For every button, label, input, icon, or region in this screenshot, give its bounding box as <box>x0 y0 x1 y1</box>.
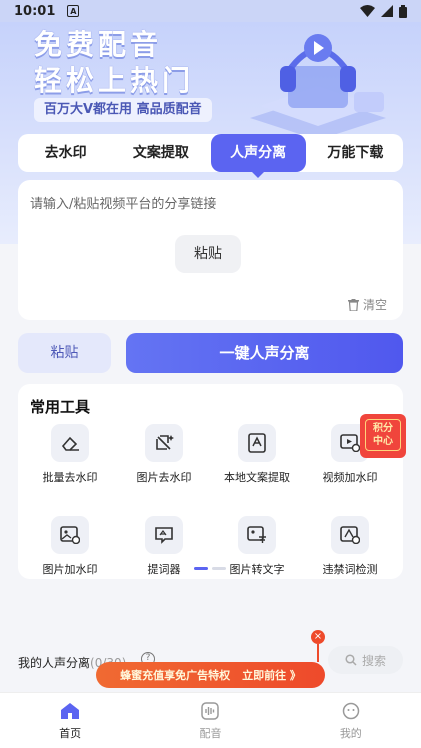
bottom-nav: 首页 配音 我的 <box>0 692 421 748</box>
promo-banner[interactable]: 蜂蜜充值享免广告特权 立即前往 》 <box>96 662 325 688</box>
tool-label: 视频加水印 <box>322 471 378 484</box>
status-time: 10:01 <box>14 3 56 19</box>
image-add-icon <box>51 516 89 554</box>
search-label: 搜索 <box>361 653 386 668</box>
history-title-text: 我的人声分离 <box>18 656 91 670</box>
tool-local-text-extract[interactable]: 本地文案提取 <box>209 424 305 485</box>
tools-title: 常用工具 <box>30 398 91 416</box>
link-input[interactable]: 请输入/粘贴视频平台的分享链接 <box>30 193 216 212</box>
tools-card: 常用工具 批量去水印 图片去水印 本地文案提取 视频加水印 图片加水印 提词器 <box>18 384 403 579</box>
promo-cta[interactable]: 立即前往 》 <box>242 667 301 683</box>
status-icons <box>360 4 407 18</box>
vocal-separate-button[interactable]: 一键人声分离 <box>126 333 403 373</box>
status-bar: 10:01 A <box>0 0 421 22</box>
profile-icon <box>340 701 362 721</box>
nav-label: 首页 <box>59 727 82 740</box>
tool-label: 图片去水印 <box>136 471 192 484</box>
nav-item-dubbing[interactable]: 配音 <box>140 693 280 748</box>
nav-item-home[interactable]: 首页 <box>0 693 140 748</box>
points-center-badge[interactable]: 积分 中心 <box>360 414 406 458</box>
page-dot-active <box>194 567 208 570</box>
page-dot <box>212 567 226 570</box>
tab-universal-download[interactable]: 万能下载 <box>308 134 403 172</box>
hero-title-line1: 免费配音 <box>34 28 163 61</box>
link-input-card[interactable]: 请输入/粘贴视频平台的分享链接 粘贴 清空 <box>18 180 403 320</box>
home-icon <box>59 701 81 721</box>
tool-image-watermark-add[interactable]: 图片加水印 <box>22 516 118 577</box>
tools-page-indicator <box>194 567 226 570</box>
promo-close-icon[interactable]: × <box>311 630 325 644</box>
clear-button[interactable]: 清空 <box>347 296 387 313</box>
tab-vocal-separation[interactable]: 人声分离 <box>210 134 306 178</box>
promo-connector <box>317 644 319 662</box>
text-extract-icon <box>238 424 276 462</box>
battery-icon <box>399 4 407 18</box>
tool-batch-watermark-remove[interactable]: 批量去水印 <box>22 424 118 485</box>
tab-remove-watermark[interactable]: 去水印 <box>18 134 113 172</box>
tool-label: 批量去水印 <box>42 471 98 484</box>
eraser-icon <box>51 424 89 462</box>
promo-text: 蜂蜜充值享免广告特权 <box>120 669 231 682</box>
image-text-icon <box>238 516 276 554</box>
wifi-icon <box>360 5 375 17</box>
tool-banned-word-check[interactable]: 违禁词检测 <box>302 516 398 577</box>
search-button[interactable]: 搜索 <box>328 646 403 674</box>
tool-label: 图片加水印 <box>42 563 98 576</box>
tab-text-extract[interactable]: 文案提取 <box>113 134 208 172</box>
hero-title-line2: 轻松上热门 <box>34 64 195 97</box>
tool-label: 本地文案提取 <box>224 471 290 484</box>
paste-button[interactable]: 粘贴 <box>18 333 111 373</box>
tool-image-watermark-remove[interactable]: 图片去水印 <box>116 424 212 485</box>
nav-label: 配音 <box>199 727 222 740</box>
teleprompter-icon <box>145 516 183 554</box>
tool-label: 违禁词检测 <box>322 563 378 576</box>
signal-icon <box>381 5 393 17</box>
nav-label: 我的 <box>339 727 362 740</box>
badge-line2: 中心 <box>373 436 393 447</box>
image-sparkle-icon <box>145 424 183 462</box>
nav-item-profile[interactable]: 我的 <box>281 693 421 748</box>
paste-inline-button[interactable]: 粘贴 <box>175 235 241 273</box>
status-indicator-icon: A <box>67 5 80 17</box>
audio-wave-icon <box>199 701 221 721</box>
feature-tabs: 去水印 文案提取 人声分离 万能下载 <box>18 134 403 178</box>
text-check-icon <box>331 516 369 554</box>
headphone-illustration-icon <box>250 34 386 140</box>
badge-line1: 积分 <box>373 423 393 434</box>
clear-label: 清空 <box>362 298 387 312</box>
trash-icon <box>347 298 359 311</box>
hero-subtitle: 百万大V都在用 高品质配音 <box>34 98 212 122</box>
search-icon <box>345 654 357 666</box>
